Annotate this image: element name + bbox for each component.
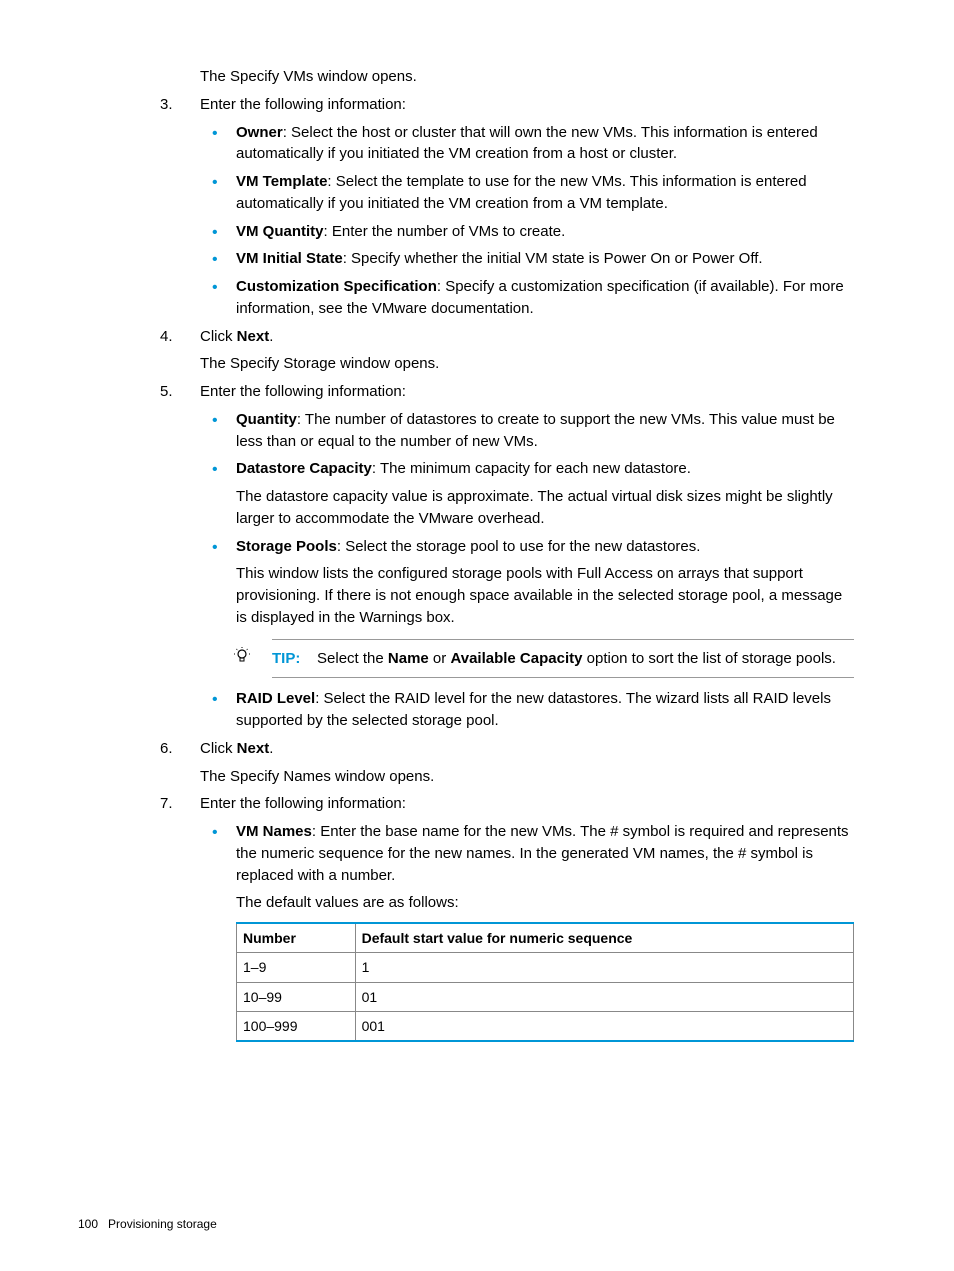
table-row: 10–99 01 <box>237 982 854 1011</box>
step-7-bullets: VM Names: Enter the base name for the ne… <box>200 821 854 1042</box>
document-body: The Specify VMs window opens. 3. Enter t… <box>160 66 854 1042</box>
step-lead-post: . <box>269 328 273 345</box>
lightbulb-icon <box>232 646 252 666</box>
table-cell: 10–99 <box>237 982 356 1011</box>
tip-label: TIP: <box>272 650 300 667</box>
tip-text-post: option to sort the list of storage pools… <box>582 650 835 667</box>
tip-text-mid: or <box>429 650 451 667</box>
bullet-text: : Select the host or cluster that will o… <box>236 124 818 163</box>
bullet-extra: This window lists the configured storage… <box>236 563 854 628</box>
footer-title: Provisioning storage <box>108 1217 217 1231</box>
bullet-text: : Select the storage pool to use for the… <box>337 538 701 555</box>
tip-block: TIP: Select the Name or Available Capaci… <box>272 639 854 679</box>
table-cell: 100–999 <box>237 1011 356 1041</box>
bullet-vm-template: VM Template: Select the template to use … <box>200 171 854 215</box>
step-3-bullets: Owner: Select the host or cluster that w… <box>200 122 854 320</box>
table-cell: 1–9 <box>237 953 356 982</box>
table-header-number: Number <box>237 923 356 953</box>
bullet-text: : The minimum capacity for each new data… <box>372 460 691 477</box>
step-4: 4. Click Next. The Specify Storage windo… <box>160 326 854 376</box>
step-3: 3. Enter the following information: Owne… <box>160 94 854 320</box>
bullet-label: VM Template <box>236 173 327 190</box>
table-header-default: Default start value for numeric sequence <box>355 923 853 953</box>
step-number: 7. <box>160 793 173 815</box>
step-list: 3. Enter the following information: Owne… <box>160 94 854 1042</box>
bullet-label: RAID Level <box>236 690 315 707</box>
table-row: 100–999 001 <box>237 1011 854 1041</box>
step-number: 6. <box>160 738 173 760</box>
step-5-bullets: Quantity: The number of datastores to cr… <box>200 409 854 732</box>
bullet-label: VM Names <box>236 823 312 840</box>
step-after: The Specify Names window opens. <box>200 766 854 788</box>
bullet-vm-quantity: VM Quantity: Enter the number of VMs to … <box>200 221 854 243</box>
step-lead: Enter the following information: <box>200 795 406 812</box>
step-lead-pre: Click <box>200 740 237 757</box>
table-row: 1–9 1 <box>237 953 854 982</box>
table-cell: 01 <box>355 982 853 1011</box>
bullet-label: Datastore Capacity <box>236 460 372 477</box>
bullet-label: Customization Specification <box>236 278 437 295</box>
bullet-vm-names: VM Names: Enter the base name for the ne… <box>200 821 854 1042</box>
bullet-storage-pools: Storage Pools: Select the storage pool t… <box>200 536 854 679</box>
bullet-extra: The default values are as follows: <box>236 892 854 914</box>
bullet-label: VM Initial State <box>236 250 343 267</box>
bullet-customization: Customization Specification: Specify a c… <box>200 276 854 320</box>
bullet-text: : Select the RAID level for the new data… <box>236 690 831 729</box>
step-after: The Specify Storage window opens. <box>200 353 854 375</box>
bullet-label: VM Quantity <box>236 223 324 240</box>
step-lead-bold: Next <box>237 740 270 757</box>
bullet-text: : The number of datastores to create to … <box>236 411 835 450</box>
bullet-vm-initial-state: VM Initial State: Specify whether the in… <box>200 248 854 270</box>
page-number: 100 <box>78 1217 98 1231</box>
sequence-table: Number Default start value for numeric s… <box>236 922 854 1042</box>
bullet-raid-level: RAID Level: Select the RAID level for th… <box>200 688 854 732</box>
step-number: 5. <box>160 381 173 403</box>
table-header-row: Number Default start value for numeric s… <box>237 923 854 953</box>
page-footer: 100 Provisioning storage <box>78 1216 217 1233</box>
step-lead-post: . <box>269 740 273 757</box>
bullet-text: : Enter the number of VMs to create. <box>324 223 566 240</box>
step-6: 6. Click Next. The Specify Names window … <box>160 738 854 788</box>
step-number: 3. <box>160 94 173 116</box>
bullet-text: : Specify whether the initial VM state i… <box>343 250 763 267</box>
bullet-datastore-capacity: Datastore Capacity: The minimum capacity… <box>200 458 854 529</box>
step-lead: Enter the following information: <box>200 383 406 400</box>
tip-bold-1: Name <box>388 650 429 667</box>
step-5: 5. Enter the following information: Quan… <box>160 381 854 732</box>
bullet-extra: The datastore capacity value is approxim… <box>236 486 854 530</box>
step-lead: Enter the following information: <box>200 96 406 113</box>
tip-text-pre: Select the <box>317 650 388 667</box>
bullet-label: Quantity <box>236 411 297 428</box>
tip-bold-2: Available Capacity <box>450 650 582 667</box>
step-lead-bold: Next <box>237 328 270 345</box>
table-cell: 001 <box>355 1011 853 1041</box>
bullet-owner: Owner: Select the host or cluster that w… <box>200 122 854 166</box>
bullet-text: : Enter the base name for the new VMs. T… <box>236 823 849 884</box>
table-cell: 1 <box>355 953 853 982</box>
step-number: 4. <box>160 326 173 348</box>
step-lead-pre: Click <box>200 328 237 345</box>
bullet-label: Owner <box>236 124 283 141</box>
bullet-quantity: Quantity: The number of datastores to cr… <box>200 409 854 453</box>
bullet-label: Storage Pools <box>236 538 337 555</box>
step-7: 7. Enter the following information: VM N… <box>160 793 854 1042</box>
intro-text: The Specify VMs window opens. <box>200 66 854 88</box>
